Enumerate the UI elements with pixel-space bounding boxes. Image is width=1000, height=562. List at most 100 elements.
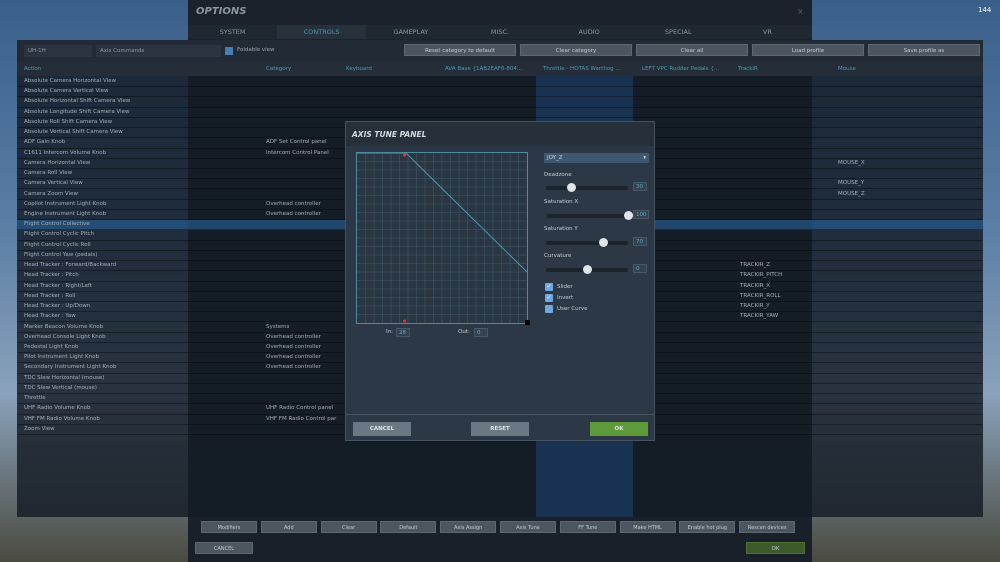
tab-bar: SYSTEM CONTROLS GAMEPLAY MISC. AUDIO SPECIAL V… (188, 25, 812, 39)
action-cell: Head Tracker : Up/Down (24, 303, 91, 310)
input-position-marker (403, 153, 407, 157)
category-cell: ADF Set Control panel (266, 139, 327, 146)
action-cell: Camera Vertical View (24, 180, 83, 187)
toolbar-button[interactable]: Clear all (636, 44, 748, 56)
toolbar-button[interactable]: Clear category (520, 44, 632, 56)
deadzone-label: Deadzone (544, 172, 572, 178)
saturation-y-value[interactable]: 70 (633, 237, 647, 246)
action-cell: Head Tracker : Right/Left (24, 282, 93, 289)
cancel-button[interactable]: CANCEL (195, 542, 253, 554)
action-cell: Copilot Instrument Light Knob (24, 200, 107, 207)
bottom-button-make-html[interactable]: Make HTML (619, 521, 676, 533)
trackir-cell: TRACKIR_YAW (740, 313, 779, 320)
action-cell: UHF Radio Volume Knob (24, 405, 91, 412)
bottom-button-modifiers[interactable]: Modifiers (201, 521, 257, 533)
tab-vr[interactable]: VR (723, 25, 812, 39)
bottom-button-axis-tune[interactable]: Axis Tune (500, 521, 556, 533)
saturation-x-value[interactable]: 100 (633, 210, 649, 219)
slider-knob[interactable] (566, 183, 576, 192)
bottom-button-rescan-devices[interactable]: Rescan devices (739, 521, 796, 533)
slider-knob[interactable] (583, 265, 592, 274)
foldable-checkbox[interactable] (225, 47, 233, 55)
tab-system[interactable]: SYSTEM (188, 25, 277, 39)
table-row[interactable]: Absolute Camera Horizontal View (17, 77, 983, 88)
category-select[interactable]: Axis Commands (96, 45, 221, 57)
table-row[interactable]: Absolute Horizontal Shift Camera View (17, 97, 983, 108)
deadzone-slider[interactable] (546, 183, 628, 192)
saturation-y-slider[interactable] (546, 238, 628, 247)
tab-special[interactable]: SPECIAL (634, 25, 723, 39)
action-cell: ADF Gain Knob (24, 139, 66, 146)
mouse-cell: MOUSE_Y (838, 180, 865, 187)
curvature-slider[interactable] (546, 265, 628, 274)
action-cell: Flight Control Cyclic Pitch (24, 231, 95, 238)
category-cell: Overhead controller (266, 200, 321, 207)
column-header[interactable]: Mouse (838, 66, 856, 72)
bottom-button-ff-tune[interactable]: FF Tune (559, 521, 616, 533)
action-cell: Throttle (24, 395, 46, 402)
user-curve-checkbox[interactable] (545, 305, 553, 313)
curvature-value[interactable]: 0 (633, 264, 647, 273)
column-header[interactable]: AVA Base {1AB2EAF0-804... (445, 66, 522, 72)
action-cell: Absolute Roll Shift Camera View (24, 118, 113, 125)
bottom-button-enable-hot-plug[interactable]: Enable hot plug (679, 521, 736, 533)
tab-gameplay[interactable]: GAMEPLAY (366, 25, 455, 39)
bottom-button-default[interactable]: Default (380, 521, 437, 533)
column-header[interactable]: Keyboard (346, 66, 372, 72)
column-header[interactable]: Throttle - HOTAS Warthog ... (543, 66, 621, 72)
trackir-cell: TRACKIR_Y (740, 303, 770, 310)
aircraft-select[interactable]: UH-1H (24, 45, 92, 57)
tab-audio[interactable]: AUDIO (545, 25, 634, 39)
category-cell: UHF Radio Control panel (266, 405, 334, 412)
tab-misc[interactable]: MISC. (455, 25, 544, 39)
slider-checkbox[interactable]: ✓ (545, 283, 553, 291)
close-icon[interactable]: x (798, 7, 803, 16)
ok-button[interactable]: OK (746, 542, 805, 554)
action-cell: Camera Horizontal View (24, 159, 91, 166)
invert-checkbox[interactable]: ✓ (545, 294, 553, 302)
action-cell: Absolute Camera Vertical View (24, 88, 109, 95)
mouse-cell: MOUSE_Z (838, 190, 865, 197)
slider-knob[interactable] (599, 238, 609, 247)
saturation-y-label: Saturation Y (544, 226, 578, 232)
trackir-cell: TRACKIR_PITCH (740, 272, 783, 279)
fps-counter: 144 (978, 6, 992, 14)
toolbar-button[interactable]: Load profile (752, 44, 864, 56)
category-value: Axis Commands (100, 48, 145, 54)
axis-select[interactable]: JOY_Z ▾ (544, 153, 649, 163)
table-row[interactable]: Absolute Camera Vertical View (17, 87, 983, 98)
invert-label: Invert (557, 295, 574, 301)
panel-cancel-button[interactable]: CANCEL (353, 422, 411, 436)
tab-controls[interactable]: CONTROLS (277, 25, 367, 39)
mouse-cell: MOUSE_X (838, 159, 865, 166)
slider-knob[interactable] (624, 211, 633, 220)
bottom-button-clear[interactable]: Clear (320, 521, 377, 533)
action-cell: Engine Instrument Light Knob (24, 210, 107, 217)
bottom-button-axis-assign[interactable]: Axis Assign (440, 521, 497, 533)
action-cell: Flight Control Collective (24, 221, 90, 228)
action-cell: Pedestal Light Knob (24, 343, 79, 350)
action-cell: Absolute Horizontal Shift Camera View (24, 98, 131, 105)
toolbar-button[interactable]: Save profile as (868, 44, 980, 56)
column-header[interactable]: Category (266, 66, 291, 72)
column-header[interactable]: TrackIR (738, 66, 758, 72)
deadzone-value[interactable]: 30 (633, 182, 647, 191)
column-header[interactable]: LEFT VPC Rudder Pedals {... (642, 66, 719, 72)
toolbar-button[interactable]: Reset category to default (404, 44, 516, 56)
user-curve-label: User Curve (557, 306, 588, 312)
saturation-x-label: Saturation X (544, 199, 579, 205)
out-value: 0 (474, 328, 488, 337)
action-cell: Absolute Longitude Shift Camera View (24, 108, 130, 115)
action-cell: Head Tracker : Pitch (24, 272, 79, 279)
bottom-button-add[interactable]: Add (260, 521, 317, 533)
action-cell: Absolute Vertical Shift Camera View (24, 129, 123, 136)
panel-reset-button[interactable]: RESET (471, 422, 529, 436)
action-cell: Flight Control Cyclic Roll (24, 241, 91, 248)
table-row[interactable]: Absolute Longitude Shift Camera View (17, 108, 983, 118)
saturation-x-slider[interactable] (546, 211, 633, 220)
category-cell: Overhead controller (266, 354, 321, 361)
panel-ok-button[interactable]: OK (590, 422, 648, 436)
category-cell: Intercom Control Panel (266, 149, 329, 156)
curvature-label: Curvature (544, 253, 572, 259)
column-header[interactable]: Action (24, 66, 41, 72)
